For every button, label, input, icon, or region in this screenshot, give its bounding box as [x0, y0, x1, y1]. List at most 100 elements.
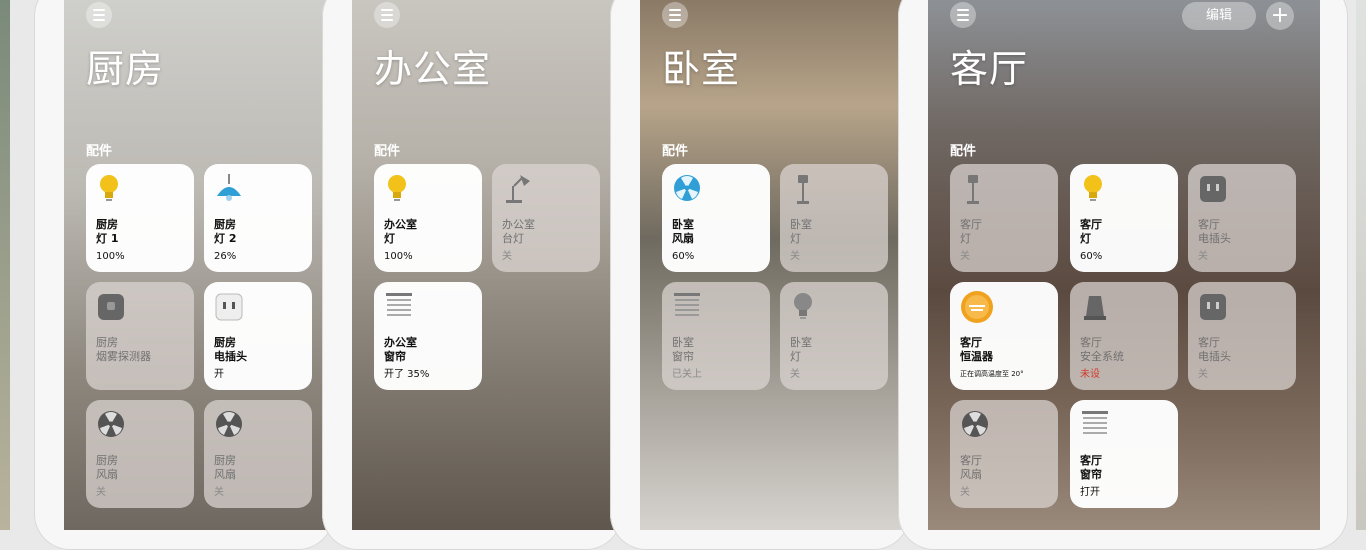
- tile-status: 100%: [384, 251, 413, 262]
- blinds-icon: [386, 293, 412, 316]
- background-edge-right: [1356, 0, 1366, 530]
- accessory-tile[interactable]: 厨房 灯 1 100%: [86, 164, 194, 272]
- screen-living-room: 编辑 + 客厅 配件 客厅 灯 关 客厅 灯 60% 客厅 电插头 关 客厅 恒…: [928, 0, 1320, 530]
- tile-status: 60%: [672, 251, 695, 262]
- screen-office: 办公室 配件 办公室 灯 100% 办公室 台灯 关 办公室 窗帘 开了 35%: [352, 0, 614, 530]
- accessory-tile[interactable]: 客厅 恒温器 正在调高温度至 20°: [950, 282, 1058, 390]
- tile-room: 厨房: [214, 454, 236, 467]
- accessory-tile[interactable]: 卧室 风扇 60%: [662, 164, 770, 272]
- accessory-tile[interactable]: 办公室 窗帘 开了 35%: [374, 282, 482, 390]
- menu-button[interactable]: [950, 2, 976, 28]
- tile-name: 风扇: [214, 468, 236, 481]
- tile-room: 客厅: [1198, 218, 1220, 231]
- accessory-tile[interactable]: 办公室 台灯 关: [492, 164, 600, 272]
- tile-name: 电插头: [1198, 350, 1231, 363]
- accessory-tile[interactable]: 客厅 灯 60%: [1070, 164, 1178, 272]
- accessory-tile[interactable]: 客厅 风扇 关: [950, 400, 1058, 508]
- tile-name: 风扇: [96, 468, 118, 481]
- accessory-tile[interactable]: 客厅 安全系统 未设: [1070, 282, 1178, 390]
- room-title: 厨房: [86, 47, 165, 91]
- accessory-tile[interactable]: 卧室 灯 关: [780, 164, 888, 272]
- tile-name: 安全系统: [1080, 350, 1124, 363]
- blinds-icon: [674, 293, 700, 316]
- tile-name: 窗帘: [1080, 468, 1102, 481]
- tile-room: 卧室: [672, 336, 694, 349]
- security-system-icon: [1084, 296, 1106, 320]
- smoke-detector-icon: [98, 294, 124, 320]
- tile-status: 关: [960, 251, 970, 262]
- desk-lamp-icon: [506, 175, 530, 203]
- section-label: 配件: [662, 144, 689, 159]
- tile-room: 卧室: [790, 218, 812, 231]
- tile-name: 烟雾探测器: [96, 350, 151, 363]
- tile-status: 未设: [1080, 369, 1100, 380]
- tile-room: 办公室: [502, 218, 535, 231]
- bulb-icon: [100, 175, 118, 201]
- tile-status: 关: [790, 251, 800, 262]
- accessory-tile[interactable]: 厨房 风扇 关: [86, 400, 194, 508]
- room-title: 卧室: [662, 47, 741, 91]
- tile-name: 灯: [960, 232, 971, 245]
- edit-button[interactable]: 编辑: [1182, 2, 1256, 30]
- outlet-icon: [1200, 176, 1226, 202]
- tile-status: 60%: [1080, 251, 1103, 262]
- tile-status: 关: [96, 487, 106, 498]
- tile-room: 客厅: [1080, 218, 1102, 231]
- floor-lamp-icon: [797, 175, 809, 204]
- bulb-icon: [388, 175, 406, 201]
- outlet-icon: [1200, 294, 1226, 320]
- section-label: 配件: [86, 144, 113, 159]
- tile-room: 厨房: [214, 336, 236, 349]
- tile-status: 开: [214, 369, 224, 380]
- tile-status: 关: [1198, 369, 1208, 380]
- section-label: 配件: [374, 144, 401, 159]
- accessory-tile[interactable]: 办公室 灯 100%: [374, 164, 482, 272]
- accessory-tile[interactable]: 客厅 电插头 关: [1188, 164, 1296, 272]
- tile-status: 100%: [96, 251, 125, 262]
- accessory-tile[interactable]: 厨房 电插头 开: [204, 282, 312, 390]
- tile-room: 客厅: [1080, 336, 1102, 349]
- menu-button[interactable]: [374, 2, 400, 28]
- blinds-icon: [1082, 411, 1108, 434]
- tile-name: 灯: [790, 350, 801, 363]
- tile-name: 电插头: [214, 350, 247, 363]
- section-label: 配件: [950, 144, 977, 159]
- accessory-tile[interactable]: 厨房 风扇 关: [204, 400, 312, 508]
- floor-lamp-icon: [967, 175, 979, 204]
- accessory-tile[interactable]: 客厅 电插头 关: [1188, 282, 1296, 390]
- tile-status: 关: [790, 369, 800, 380]
- tile-name: 灯 2: [214, 232, 237, 245]
- accessory-tile[interactable]: 厨房 烟雾探测器: [86, 282, 194, 390]
- room-title: 客厅: [950, 47, 1029, 91]
- tile-status: 关: [960, 487, 970, 498]
- accessory-tile[interactable]: 卧室 灯 关: [780, 282, 888, 390]
- accessory-tile[interactable]: 客厅 窗帘 打开: [1070, 400, 1178, 508]
- screen-kitchen: 厨房 配件 厨房 灯 1 100% 厨房 灯 2 26% 厨房 烟雾探测器 厨房…: [64, 0, 326, 530]
- tile-status: 开了 35%: [384, 369, 430, 380]
- fan-icon: [98, 411, 124, 437]
- tile-room: 客厅: [1198, 336, 1220, 349]
- outlet-icon: [215, 293, 243, 321]
- accessory-tile[interactable]: 厨房 灯 2 26%: [204, 164, 312, 272]
- tile-name: 台灯: [502, 232, 524, 245]
- tile-room: 客厅: [960, 218, 982, 231]
- tile-name: 电插头: [1198, 232, 1231, 245]
- tile-room: 厨房: [96, 336, 118, 349]
- tile-status: 打开: [1080, 487, 1100, 498]
- accessory-tile[interactable]: 卧室 窗帘 已关上: [662, 282, 770, 390]
- tile-room: 客厅: [960, 336, 982, 349]
- menu-button[interactable]: [662, 2, 688, 28]
- tile-name: 灯: [790, 232, 801, 245]
- tile-status: 关: [1198, 251, 1208, 262]
- fan-icon: [216, 411, 242, 437]
- menu-button[interactable]: [86, 2, 112, 28]
- tile-status: 关: [502, 251, 512, 262]
- accessory-tile[interactable]: 客厅 灯 关: [950, 164, 1058, 272]
- background-edge: [0, 0, 10, 530]
- screen-bedroom: 卧室 配件 卧室 风扇 60% 卧室 灯 关 卧室 窗帘 已关上 卧室 灯 关: [640, 0, 902, 530]
- tile-room: 卧室: [790, 336, 812, 349]
- tile-name: 恒温器: [960, 350, 993, 363]
- add-button[interactable]: +: [1266, 2, 1294, 30]
- tile-name: 灯: [1080, 232, 1091, 245]
- tile-status: 关: [214, 487, 224, 498]
